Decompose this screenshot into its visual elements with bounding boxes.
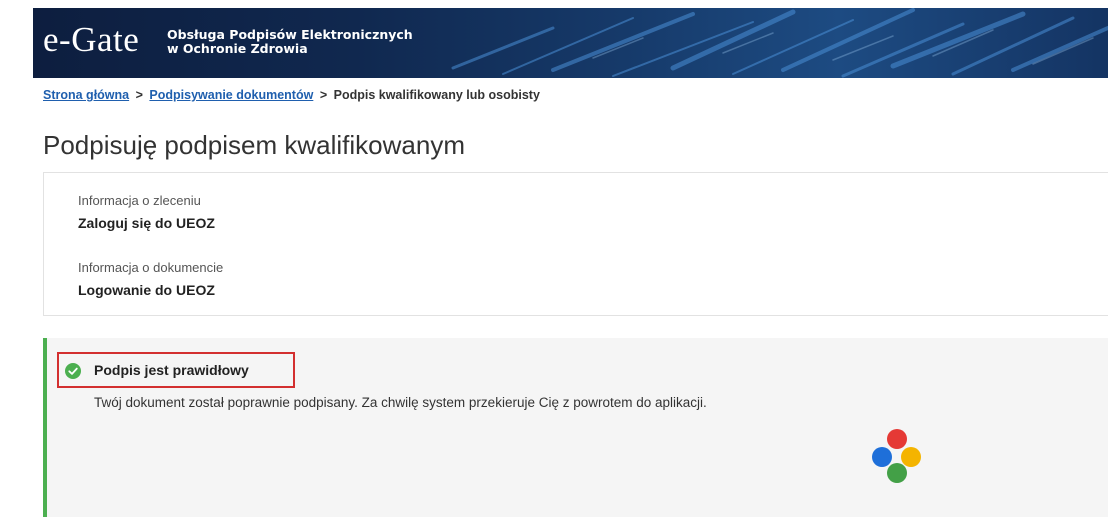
order-info-value: Zaloguj się do UEOZ xyxy=(78,215,215,231)
page: e-Gate Obsługa Podpisów Elektronicznych … xyxy=(0,0,1108,517)
page-title: Podpisuję podpisem kwalifikowanym xyxy=(43,130,465,160)
info-card: Informacja o zleceniu Zaloguj się do UEO… xyxy=(43,172,1108,316)
spinner-dot-yellow xyxy=(901,447,921,467)
breadcrumb-current: Podpis kwalifikowany lub osobisty xyxy=(333,88,540,102)
document-info-label: Informacja o dokumencie xyxy=(78,260,224,275)
check-circle-icon xyxy=(65,363,81,379)
breadcrumb-home-link[interactable]: Strona główna xyxy=(43,88,129,102)
status-message: Twój dokument został poprawnie podpisany… xyxy=(94,395,707,410)
breadcrumb-signing-link[interactable]: Podpisywanie dokumentów xyxy=(149,88,313,102)
breadcrumb-separator: > xyxy=(135,88,143,102)
spinner-dot-red xyxy=(887,429,907,449)
document-info-value: Logowanie do UEOZ xyxy=(78,282,215,298)
spinner-dot-blue xyxy=(872,447,892,467)
app-subtitle: Obsługa Podpisów Elektronicznych w Ochro… xyxy=(167,28,413,56)
breadcrumb-separator: > xyxy=(319,88,328,102)
loading-spinner-icon xyxy=(872,429,921,483)
app-subtitle-line1: Obsługa Podpisów Elektronicznych xyxy=(167,27,413,42)
app-subtitle-line2: w Ochronie Zdrowia xyxy=(167,41,308,56)
status-panel: Podpis jest prawidłowy Twój dokument zos… xyxy=(43,338,1108,517)
spinner-dot-green xyxy=(887,463,907,483)
status-title: Podpis jest prawidłowy xyxy=(94,362,249,378)
app-logo[interactable]: e-Gate xyxy=(43,20,139,60)
order-info-label: Informacja o zleceniu xyxy=(78,193,201,208)
header-banner: e-Gate Obsługa Podpisów Elektronicznych … xyxy=(33,8,1108,78)
breadcrumb: Strona główna > Podpisywanie dokumentów … xyxy=(43,88,540,102)
